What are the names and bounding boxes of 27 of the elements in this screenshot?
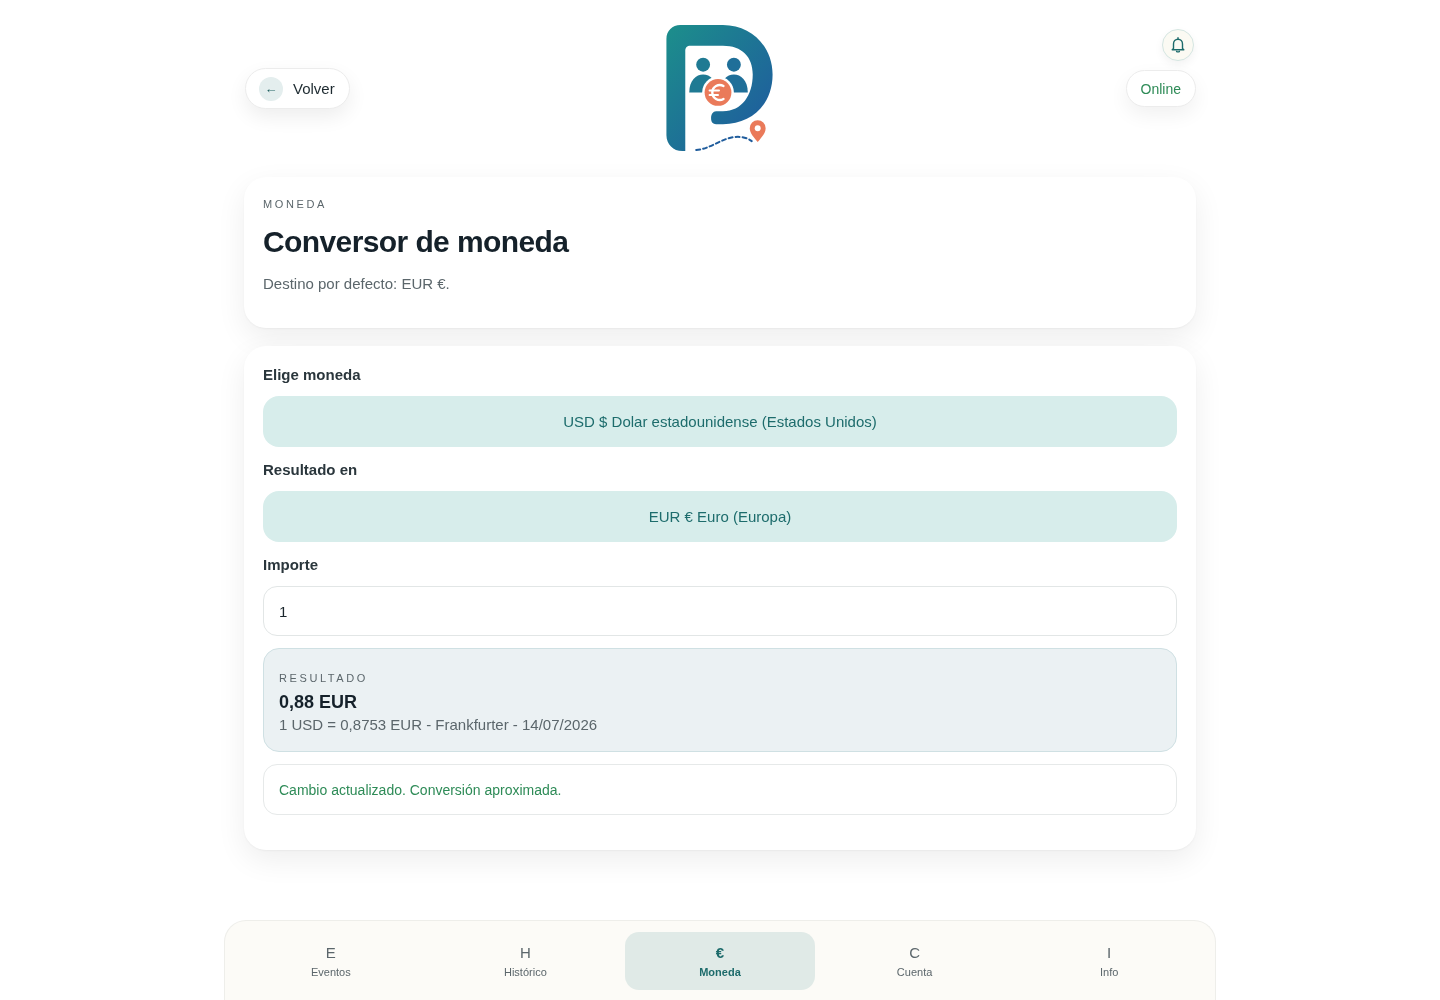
tab-glyph-icon: E [325, 943, 336, 962]
nav-tab[interactable]: E Eventos [236, 932, 426, 990]
result-amount: 0,88 EUR [279, 691, 359, 713]
field-label: Elige moneda [263, 365, 362, 385]
tab-glyph-icon: C [909, 943, 920, 962]
tab-glyph-icon: I [1107, 943, 1112, 962]
back-button[interactable]: ← Volver [245, 68, 350, 109]
result-eyebrow: RESULTADO [279, 671, 369, 685]
field-label: Importe [263, 555, 319, 575]
currency-select[interactable]: USD $ Dolar estadounidense (Estados Unidos) [263, 396, 1177, 447]
amount-input[interactable]: 1 [263, 586, 1177, 636]
section-eyebrow: MONEDA [263, 197, 328, 211]
tab-glyph-icon: H [519, 943, 531, 962]
page-description: Destino por defecto: EUR €. [263, 274, 451, 294]
currency-select[interactable]: EUR € Euro (Europa) [263, 491, 1177, 542]
connection-status: Online [1125, 70, 1196, 107]
bell-icon [1171, 37, 1185, 53]
exchange-rate-detail: 1 USD = 0,8753 EUR - Frankfurter - 14/07/2026 [279, 715, 599, 735]
nav-tab[interactable]: H Histórico [430, 932, 621, 990]
page-title: Conversor de moneda [263, 224, 570, 260]
nav-tab[interactable]: I Info [1014, 932, 1204, 990]
nav-tab[interactable]: C Cuenta [819, 932, 1010, 990]
notifications-button[interactable] [1162, 29, 1194, 61]
field-label: Resultado en [263, 460, 359, 480]
nav-tab[interactable]: € Moneda [625, 932, 815, 990]
tab-glyph-icon: € [715, 943, 725, 962]
notice-message: Cambio actualizado. Conversión aproximada. [263, 764, 1177, 815]
